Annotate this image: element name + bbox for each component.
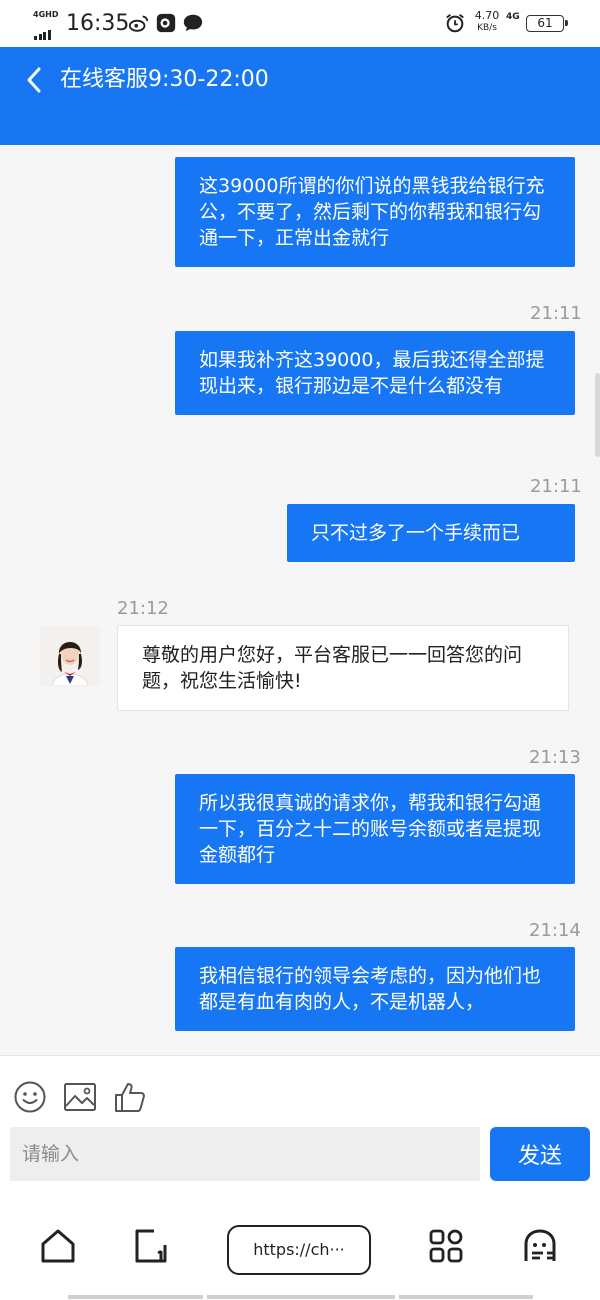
message-text: 所以我很真诚的请求你，帮我和银行勾通一下，百分之十二的账号余额或者是提现金额都行 [199,792,542,866]
gesture-bar [68,1295,203,1299]
avatar-image [40,626,100,686]
image-icon[interactable] [63,1080,97,1114]
message-time: 21:11 [530,476,582,497]
signal-icon: 4GHD [32,10,60,40]
chat-header: 在线客服9:30-22:00 [0,47,600,145]
gesture-bar [207,1295,395,1299]
network-type: 4GHD [33,10,59,19]
net-speed: 4.70 KB/s [472,10,502,34]
message-text: 我相信银行的领导会考虑的，因为他们也都是有血有肉的人，不是机器人， [199,965,542,1013]
app-icon [156,13,176,33]
url-bar[interactable]: https://ch··· [227,1225,371,1275]
apps-grid-icon[interactable] [428,1228,464,1264]
message-time: 21:11 [530,303,582,324]
home-icon[interactable] [40,1228,76,1264]
message-text: 只不过多了一个手续而已 [311,522,521,544]
message-text: 尊敬的用户您好，平台客服已一一回答您的问题，祝您生活愉快! [142,644,523,692]
chat-bubble-icon [183,14,203,32]
outgoing-message: 只不过多了一个手续而已 [287,504,575,562]
alarm-icon [446,14,464,33]
emoji-icon[interactable] [13,1080,47,1114]
message-text: 这39000所谓的你们说的黑钱我给银行充公，不要了，然后剩下的你帮我和银行勾通一… [199,175,545,249]
page-title: 在线客服9:30-22:00 [60,67,269,92]
ghost-icon[interactable] [522,1228,558,1264]
thumbs-up-icon[interactable] [113,1080,147,1114]
send-button[interactable]: 发送 [490,1127,590,1181]
chat-screen: 4GHD 16:35 4.70 KB/s 4G 61 在线客服9:30-22:0… [0,0,600,1300]
network-type-right: 4G [506,12,520,22]
net-speed-value: 4.70 [474,9,500,22]
browser-nav-bar: https://ch··· [0,1195,600,1300]
composer: 发送 [0,1055,600,1195]
outgoing-message: 这39000所谓的你们说的黑钱我给银行充公，不要了，然后剩下的你帮我和银行勾通一… [175,157,575,267]
battery-level: 61 [537,16,553,30]
outgoing-message: 所以我很真诚的请求你，帮我和银行勾通一下，百分之十二的账号余额或者是提现金额都行 [175,774,575,884]
tabs-icon[interactable] [133,1228,169,1264]
message-time: 21:14 [529,920,581,941]
message-list[interactable]: 这39000所谓的你们说的黑钱我给银行充公，不要了，然后剩下的你帮我和银行勾通一… [0,145,600,1055]
gesture-bar [399,1295,533,1299]
status-bar: 4GHD 16:35 4.70 KB/s 4G 61 [0,0,600,47]
message-text: 如果我补齐这39000，最后我还得全部提现出来，银行那边是不是什么都没有 [199,349,545,397]
message-time: 21:12 [117,598,169,619]
message-time: 21:13 [529,747,581,768]
agent-avatar [40,626,100,686]
net-speed-unit: KB/s [477,23,497,33]
clock: 16:35 [66,11,130,36]
scrollbar[interactable] [595,373,600,457]
battery-icon: 61 [526,15,568,32]
chevron-left-icon[interactable] [22,65,48,95]
outgoing-message: 我相信银行的领导会考虑的，因为他们也都是有血有肉的人，不是机器人， [175,947,575,1031]
incoming-message: 尊敬的用户您好，平台客服已一一回答您的问题，祝您生活愉快! [117,625,569,711]
outgoing-message: 如果我补齐这39000，最后我还得全部提现出来，银行那边是不是什么都没有 [175,331,575,415]
weibo-icon [128,15,149,32]
message-input[interactable] [10,1127,480,1181]
